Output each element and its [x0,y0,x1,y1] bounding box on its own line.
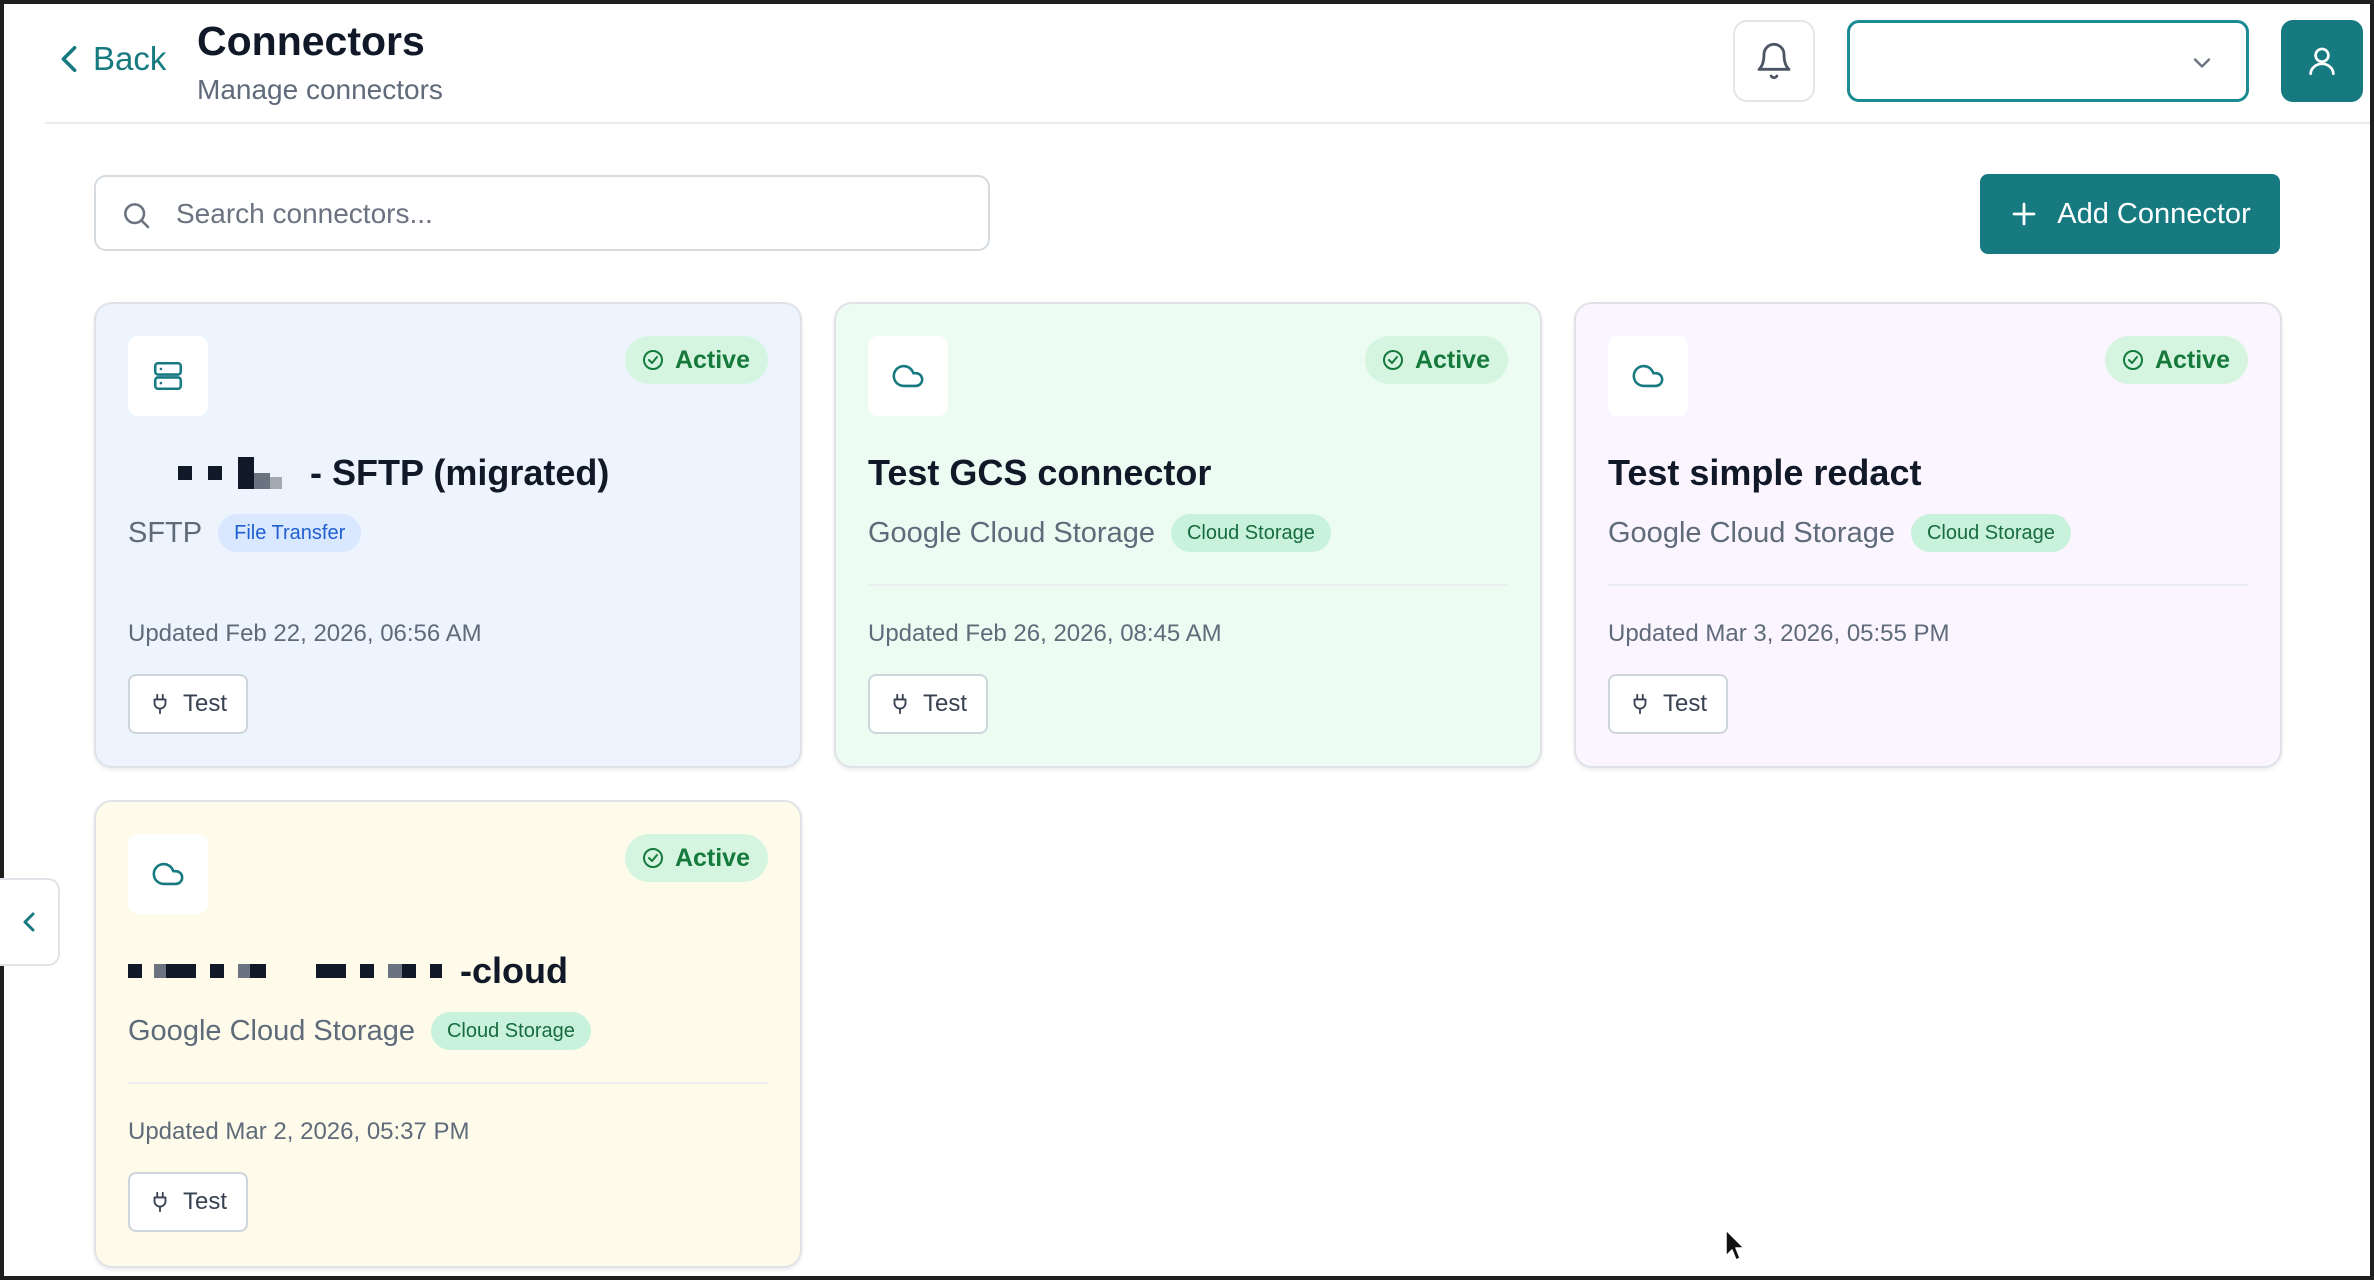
test-button[interactable]: Test [128,674,248,734]
test-label: Test [922,690,967,717]
search-input[interactable] [176,187,966,241]
plug-icon [1633,693,1647,715]
mouse-cursor-icon [1725,1229,1745,1261]
connector-type: SFTP [128,516,203,549]
updated-timestamp: Updated Mar 3, 2026, 05:55 PM [1608,620,1950,647]
back-label: Back [93,40,167,77]
test-button[interactable]: Test [868,674,988,734]
connector-name: Test simple redact [1608,452,1922,493]
status-badge: Active [2104,336,2248,384]
updated-timestamp: Updated Feb 22, 2026, 06:56 AM [128,620,482,647]
connector-icon-box [1608,336,1688,416]
search-icon [124,203,150,229]
status-label: Active [2154,345,2230,374]
updated-timestamp: Updated Mar 2, 2026, 05:37 PM [128,1118,470,1145]
check-circle-icon [642,350,663,370]
connector-card[interactable]: Active -cloud Google Cloud Storage Cloud… [94,800,802,1268]
page-subtitle: Manage connectors [197,74,443,105]
bell-icon [1757,42,1791,80]
connector-icon-box [128,336,208,416]
test-button[interactable]: Test [128,1172,248,1232]
card-divider [1608,584,2248,586]
search-box [94,175,990,251]
connector-meta: Google Cloud Storage Cloud Storage [1608,514,2071,552]
plug-icon [153,693,167,715]
connector-name: Test GCS connector [868,452,1212,493]
chevron-left-icon [61,45,77,73]
connector-name: - SFTP (migrated) [128,452,609,494]
chevron-down-icon [2193,58,2211,68]
check-circle-icon [1382,350,1403,370]
status-badge: Active [1364,336,1508,384]
sidebar-toggle-button[interactable] [0,878,60,966]
connector-card[interactable]: Active - SFTP (migrated) SFTP File Trans… [94,302,802,768]
plug-icon [893,693,907,715]
cloud-icon [152,862,184,886]
test-label: Test [182,690,227,717]
card-divider [128,1082,768,1084]
page-title: Connectors [197,18,425,64]
connector-icon-box [128,834,208,914]
connector-card[interactable]: Active Test GCS connector Google Cloud S… [834,302,1542,768]
status-badge: Active [624,834,768,882]
check-circle-icon [2122,350,2143,370]
connector-type: Google Cloud Storage [868,516,1155,549]
connector-icon-box [868,336,948,416]
workspace-select[interactable] [1847,20,2249,102]
category-tag: Cloud Storage [1910,514,2071,552]
add-connector-button[interactable]: Add Connector [1980,174,2280,254]
test-label: Test [182,1188,227,1215]
connector-meta: Google Cloud Storage Cloud Storage [128,1012,591,1050]
title-block: Connectors Manage connectors [197,16,443,106]
status-label: Active [1414,345,1490,374]
connector-type: Google Cloud Storage [1608,516,1895,549]
cloud-icon [1632,364,1664,388]
status-badge: Active [624,336,768,384]
user-icon [2309,47,2335,76]
notifications-button[interactable] [1733,20,1815,102]
card-divider [868,584,1508,586]
connector-name: -cloud [128,950,568,992]
status-label: Active [674,843,750,872]
cloud-icon [892,364,924,388]
connector-name-text: - SFTP (migrated) [310,452,610,493]
plug-icon [153,1191,167,1213]
connector-type: Google Cloud Storage [128,1014,415,1047]
plus-icon [2012,202,2036,226]
category-tag: File Transfer [218,514,362,552]
connector-name-text: -cloud [460,950,568,991]
category-tag: Cloud Storage [1170,514,1331,552]
test-label: Test [1662,690,1707,717]
connector-meta: SFTP File Transfer [128,514,362,552]
server-icon [153,361,183,391]
add-connector-label: Add Connector [2057,197,2251,230]
category-tag: Cloud Storage [430,1012,591,1050]
user-menu-button[interactable] [2281,20,2363,102]
check-circle-icon [642,848,663,868]
connector-meta: Google Cloud Storage Cloud Storage [868,514,1331,552]
chevron-left-icon [23,912,35,932]
page-header: Back Connectors Manage connectors [45,4,2370,124]
updated-timestamp: Updated Feb 26, 2026, 08:45 AM [868,620,1222,647]
redacted-text [178,457,302,489]
redacted-text [128,964,452,978]
test-button[interactable]: Test [1608,674,1728,734]
status-label: Active [674,345,750,374]
connector-card[interactable]: Active Test simple redact Google Cloud S… [1574,302,2282,768]
back-button[interactable]: Back [55,40,166,78]
